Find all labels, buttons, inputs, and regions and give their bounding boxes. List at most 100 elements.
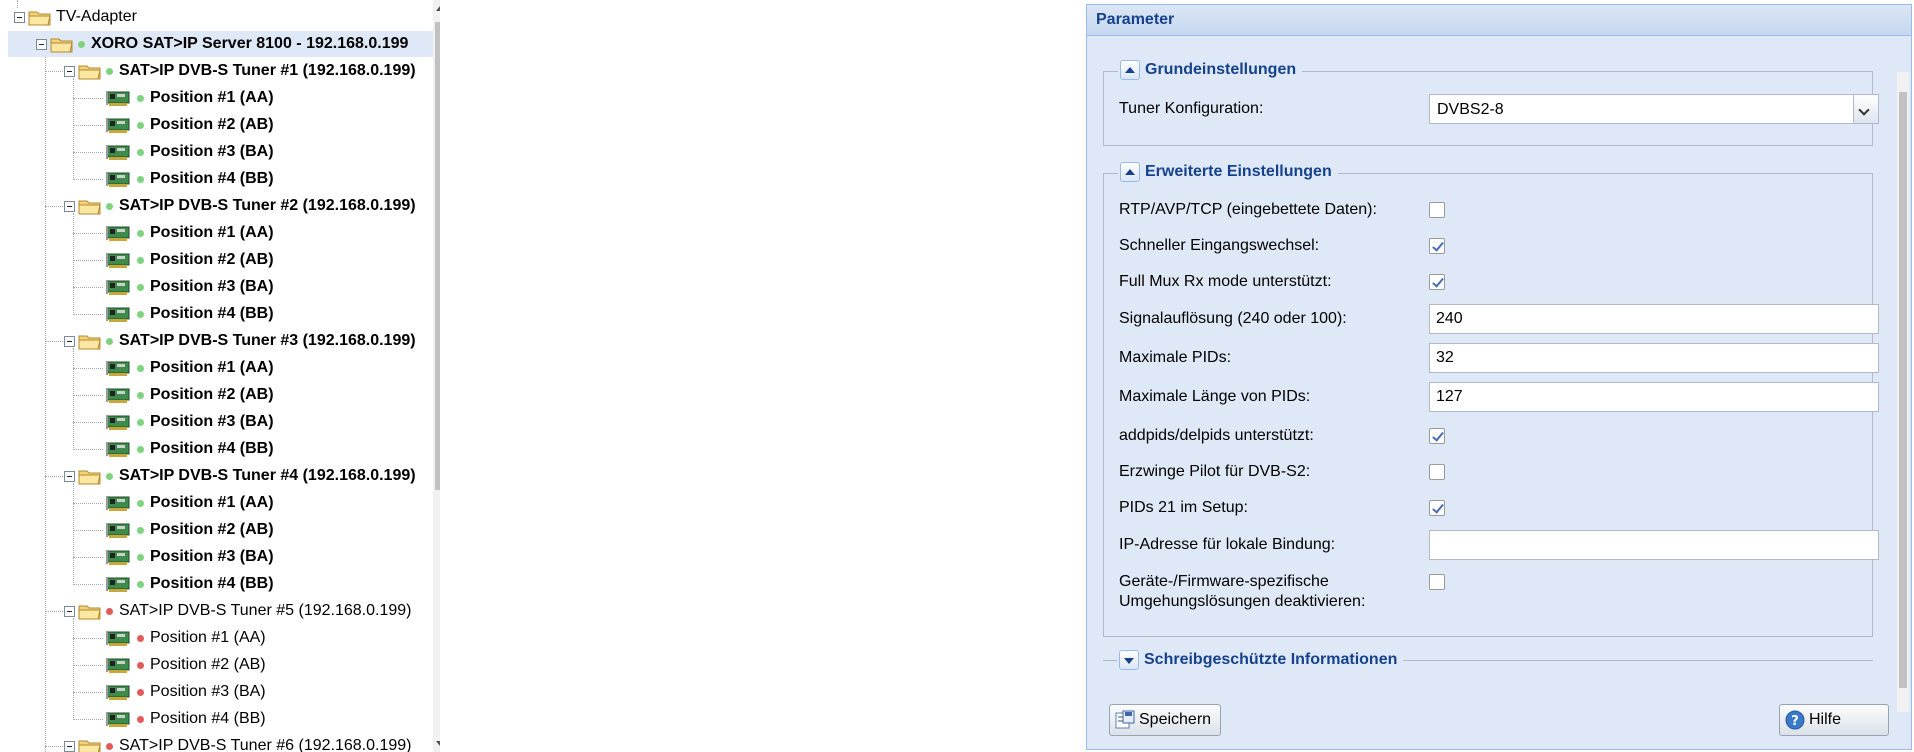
tree-item-label: Position #2 (AB) <box>150 116 274 133</box>
collapse-toggle-icon[interactable] <box>14 11 25 23</box>
collapse-toggle-icon[interactable] <box>36 38 47 50</box>
basic-settings-title: Grundeinstellungen <box>1145 61 1297 78</box>
full-mux-checkbox[interactable] <box>1429 274 1445 290</box>
tree-item-position[interactable]: Position #1 (AA) <box>92 85 274 111</box>
tuner-card-icon <box>106 388 130 403</box>
folder-icon <box>78 740 101 752</box>
readonly-title: Schreibgeschützte Informationen <box>1144 651 1398 668</box>
collapse-icon[interactable] <box>1120 162 1140 182</box>
tree-item-position[interactable]: Position #1 (AA) <box>92 220 274 246</box>
tree-item-position[interactable]: Position #1 (AA) <box>92 625 266 651</box>
tuner-card-icon <box>106 685 130 700</box>
collapse-toggle-icon[interactable] <box>64 200 75 212</box>
tree-item-position[interactable]: Position #3 (BA) <box>92 544 274 570</box>
addpids-checkbox[interactable] <box>1429 428 1445 444</box>
status-dot-icon <box>137 553 144 561</box>
pids21-checkbox[interactable] <box>1429 500 1445 516</box>
basic-settings-fieldset: Grundeinstellungen Tuner Konfiguration: … <box>1103 60 1879 146</box>
tree-item-position[interactable]: Position #2 (AB) <box>92 112 274 138</box>
collapse-toggle-icon[interactable] <box>64 740 75 752</box>
tree-item-tuner[interactable]: SAT>IP DVB-S Tuner #1 (192.168.0.199) <box>64 58 416 84</box>
tree-item-position[interactable]: Position #4 (BB) <box>92 301 274 327</box>
status-dot-icon <box>78 40 85 48</box>
status-dot-icon <box>137 256 144 264</box>
tree-item-server[interactable]: XORO SAT>IP Server 8100 - 192.168.0.199 <box>8 31 433 57</box>
tree-item-label: Position #3 (BA) <box>150 278 274 295</box>
tuner-card-icon <box>106 280 130 295</box>
tree-item-position[interactable]: Position #3 (BA) <box>92 409 274 435</box>
tree-scroll-thumb[interactable] <box>435 22 440 490</box>
tree-item-label: Position #1 (AA) <box>150 494 274 511</box>
tree-item-position[interactable]: Position #3 (BA) <box>92 139 274 165</box>
force-pilot-checkbox[interactable] <box>1429 464 1445 480</box>
advanced-settings-legend: Erweiterte Einstellungen <box>1118 162 1338 182</box>
tree-item-position[interactable]: Position #4 (BB) <box>92 436 274 462</box>
tuner-card-icon <box>106 226 130 241</box>
signal-resolution-input[interactable]: 240 <box>1429 304 1879 334</box>
panel-scroll-thumb[interactable] <box>1899 92 1907 688</box>
folder-icon <box>78 605 101 620</box>
status-dot-icon <box>137 364 144 372</box>
pids21-label: PIDs 21 im Setup: <box>1119 499 1248 516</box>
tree-item-label: SAT>IP DVB-S Tuner #1 (192.168.0.199) <box>119 62 416 79</box>
status-dot-icon <box>137 94 144 102</box>
tree-item-label: Position #2 (AB) <box>150 656 266 673</box>
ip-bind-input[interactable] <box>1429 530 1879 560</box>
tree-item-position[interactable]: Position #2 (AB) <box>92 652 266 678</box>
readonly-fieldset: Schreibgeschützte Informationen <box>1103 650 1873 670</box>
max-pid-length-input[interactable]: 127 <box>1429 382 1879 412</box>
tree-item-position[interactable]: Position #2 (AB) <box>92 247 274 273</box>
tuner-card-icon <box>106 415 130 430</box>
max-pids-input[interactable]: 32 <box>1429 343 1879 373</box>
workaround-checkbox[interactable] <box>1429 574 1445 590</box>
tuner-config-select[interactable]: DVBS2-8 <box>1429 94 1879 124</box>
tree-item-position[interactable]: Position #2 (AB) <box>92 382 274 408</box>
panel-title: Parameter <box>1087 5 1911 36</box>
help-button[interactable]: ? Hilfe <box>1779 704 1889 736</box>
tuner-card-icon <box>106 172 130 187</box>
tree-item-label: Position #3 (BA) <box>150 683 266 700</box>
dropdown-arrow-icon[interactable] <box>1853 95 1878 123</box>
tree-item-position[interactable]: Position #4 (BB) <box>92 706 266 732</box>
collapse-toggle-icon[interactable] <box>64 605 75 617</box>
tree-item-root[interactable]: TV-Adapter <box>14 4 137 30</box>
tree-scrollbar[interactable] <box>433 0 440 752</box>
status-dot-icon <box>106 607 113 615</box>
collapse-toggle-icon[interactable] <box>64 470 75 482</box>
folder-icon <box>28 11 51 26</box>
tree-item-position[interactable]: Position #4 (BB) <box>92 571 274 597</box>
tree-item-position[interactable]: Position #4 (BB) <box>92 166 274 192</box>
folder-icon <box>50 38 73 53</box>
scroll-down-icon[interactable] <box>436 741 440 746</box>
expand-icon[interactable] <box>1119 650 1139 670</box>
status-dot-icon <box>137 526 144 534</box>
tree-item-position[interactable]: Position #3 (BA) <box>92 679 266 705</box>
tree-item-position[interactable]: Position #3 (BA) <box>92 274 274 300</box>
tuner-card-icon <box>106 361 130 376</box>
tree-item-label: SAT>IP DVB-S Tuner #4 (192.168.0.199) <box>119 467 416 484</box>
panel-scrollbar[interactable] <box>1897 72 1909 712</box>
collapse-toggle-icon[interactable] <box>64 335 75 347</box>
tree-item-tuner[interactable]: SAT>IP DVB-S Tuner #5 (192.168.0.199) <box>64 598 411 624</box>
status-dot-icon <box>137 661 144 669</box>
save-button[interactable]: Speichern <box>1109 704 1221 736</box>
fast-switch-checkbox[interactable] <box>1429 238 1445 254</box>
collapse-icon[interactable] <box>1120 60 1140 80</box>
tree-item-tuner[interactable]: SAT>IP DVB-S Tuner #2 (192.168.0.199) <box>64 193 416 219</box>
tree-item-tuner[interactable]: SAT>IP DVB-S Tuner #4 (192.168.0.199) <box>64 463 416 489</box>
status-dot-icon <box>137 580 144 588</box>
folder-icon <box>78 200 101 215</box>
tuner-card-icon <box>106 442 130 457</box>
tree-item-position[interactable]: Position #1 (AA) <box>92 490 274 516</box>
status-dot-icon <box>106 202 113 210</box>
max-pid-length-label: Maximale Länge von PIDs: <box>1119 388 1311 405</box>
tree-item-position[interactable]: Position #1 (AA) <box>92 355 274 381</box>
save-icon <box>1115 710 1135 729</box>
collapse-toggle-icon[interactable] <box>64 65 75 77</box>
rtp-checkbox[interactable] <box>1429 202 1445 218</box>
tree-item-position[interactable]: Position #2 (AB) <box>92 517 274 543</box>
tree-item-tuner[interactable]: SAT>IP DVB-S Tuner #6 (192.168.0.199) <box>64 733 411 752</box>
scroll-up-icon[interactable] <box>436 6 440 11</box>
tree-item-label: Position #1 (AA) <box>150 224 274 241</box>
tree-item-tuner[interactable]: SAT>IP DVB-S Tuner #3 (192.168.0.199) <box>64 328 416 354</box>
